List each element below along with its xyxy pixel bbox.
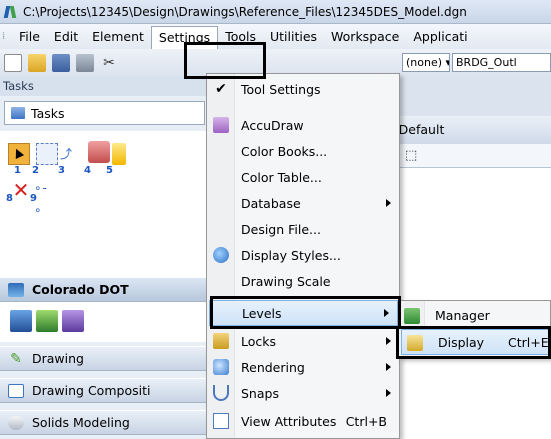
submenu-arrow-icon — [386, 337, 391, 345]
settings-highlight-frame — [184, 42, 266, 79]
menu-item-label: Database — [241, 195, 301, 211]
drawing-label: Drawing — [32, 351, 84, 366]
tasks-icon — [11, 107, 25, 119]
window-area-icon[interactable]: ⬚ — [405, 148, 417, 163]
new-file-icon[interactable] — [4, 53, 22, 72]
task-group-drawing-composition[interactable]: Drawing Compositi — [0, 378, 210, 403]
levels-highlight-frame — [210, 296, 401, 329]
print-icon[interactable] — [76, 53, 94, 72]
rendering-icon — [213, 359, 229, 375]
level-dropdown[interactable]: (none) ▾ — [402, 53, 450, 72]
cdot-tool-w-icon[interactable] — [36, 310, 58, 332]
menu-item-database[interactable]: Database — [207, 190, 399, 216]
solids-modeling-icon — [8, 415, 24, 430]
accudraw-icon — [213, 117, 229, 133]
tasks-combo-value: Tasks — [31, 105, 65, 121]
menu-item-label: Rendering — [241, 359, 305, 375]
menu-applications[interactable]: Applicati — [406, 26, 474, 48]
element-template-dropdown[interactable]: BRDG_Outl — [452, 53, 551, 72]
menu-item-color-books[interactable]: Color Books... — [207, 138, 399, 164]
window-title: C:\Projects\12345\Design\Drawings\Refere… — [23, 4, 467, 19]
tool-number-9: 9 — [30, 193, 37, 204]
task-tool-grid: 1 2 ⤴ 3 4 5 ✕ 8 ∘-∘ 9 — [0, 131, 210, 278]
cut-icon[interactable]: ✂ — [100, 54, 118, 72]
submenu-arrow-icon — [386, 363, 391, 371]
group-tool-icon[interactable] — [112, 143, 126, 165]
drawing-composition-label: Drawing Compositi — [32, 383, 151, 398]
tool-number-5: 5 — [106, 165, 113, 176]
element-selection-tool-icon[interactable] — [8, 143, 30, 165]
change-attributes-tool-icon[interactable] — [88, 141, 110, 163]
tasks-caption: Tasks — [0, 76, 209, 96]
menu-bar: ⁞ File Edit Element Settings Tools Utili… — [0, 24, 551, 50]
submenu-arrow-icon — [386, 199, 391, 207]
menu-item-snaps[interactable]: Snaps — [207, 380, 399, 406]
menu-item-shortcut: Ctrl+B — [345, 413, 387, 429]
drawing-composition-icon — [8, 383, 24, 398]
menu-item-label: Display Styles... — [241, 247, 341, 263]
menu-item-display-styles[interactable]: Display Styles... — [207, 242, 399, 268]
save-icon[interactable] — [52, 53, 70, 72]
menu-item-label: Tool Settings — [241, 81, 321, 97]
level-dropdown-value: (none) — [406, 56, 443, 69]
menu-item-label: View Attributes — [241, 413, 337, 429]
move-tool-icon[interactable]: ⤴ — [60, 143, 82, 165]
menu-element[interactable]: Element — [85, 26, 151, 48]
tool-number-1: 1 — [14, 165, 21, 176]
menu-item-view-attributes[interactable]: View Attributes Ctrl+B — [207, 408, 399, 434]
submenu-arrow-icon — [386, 389, 391, 397]
delete-tool-icon[interactable]: ✕ — [10, 179, 32, 201]
menu-item-locks[interactable]: Locks — [207, 328, 399, 354]
measure-tool-icon[interactable]: ∘-∘ — [34, 177, 56, 217]
menu-item-drawing-scale[interactable]: Drawing Scale — [207, 268, 399, 294]
task-group-drawing[interactable]: ✎ Drawing — [0, 346, 210, 371]
colorado-dot-icon — [8, 282, 24, 297]
microstation-logo-icon — [4, 5, 18, 19]
tasks-panel: Tasks Tasks 1 2 ⤴ 3 4 5 ✕ 8 ∘-∘ 9 Colora… — [0, 76, 210, 439]
menu-item-label: Color Books... — [241, 143, 328, 159]
cdot-tool-q-icon[interactable] — [10, 310, 32, 332]
menu-item-tool-settings[interactable]: ✔ Tool Settings — [207, 76, 399, 102]
drawing-icon: ✎ — [10, 350, 22, 367]
tasks-combo[interactable]: Tasks — [4, 101, 205, 125]
fence-tool-icon[interactable] — [36, 143, 58, 165]
tool-number-3: 3 — [58, 165, 65, 176]
menu-item-label: Snaps — [241, 385, 279, 401]
menu-item-label: Locks — [241, 333, 277, 349]
colorado-dot-label: Colorado DOT — [32, 282, 129, 297]
menu-item-design-file[interactable]: Design File... — [207, 216, 399, 242]
title-bar: C:\Projects\12345\Design\Drawings\Refere… — [0, 0, 551, 24]
tool-number-8: 8 — [6, 193, 13, 204]
solids-modeling-label: Solids Modeling — [32, 415, 130, 430]
level-manager-icon — [404, 308, 420, 324]
display-highlight-frame — [396, 326, 551, 359]
menu-edit[interactable]: Edit — [47, 26, 85, 48]
settings-menu: ✔ Tool Settings AccuDraw Color Books... … — [206, 73, 400, 439]
cdot-tool-e-icon[interactable] — [62, 310, 84, 332]
submenu-item-label: Manager — [435, 308, 490, 323]
menu-item-color-table[interactable]: Color Table... — [207, 164, 399, 190]
menu-item-label: Color Table... — [241, 169, 322, 185]
view-attributes-icon — [213, 413, 229, 429]
element-template-value: BRDG_Outl — [456, 56, 517, 69]
menu-file[interactable]: File — [12, 26, 47, 48]
menu-item-label: AccuDraw — [241, 117, 304, 133]
menubar-grip-icon[interactable]: ⁞ — [2, 27, 12, 47]
task-group-colorado-dot[interactable]: Colorado DOT — [0, 277, 210, 302]
tool-number-4: 4 — [84, 165, 91, 176]
task-group-solids-modeling[interactable]: Solids Modeling — [0, 410, 210, 435]
menu-item-label: Design File... — [241, 221, 321, 237]
menu-item-rendering[interactable]: Rendering — [207, 354, 399, 380]
display-styles-icon — [213, 247, 229, 263]
check-icon: ✔ — [215, 81, 227, 97]
tool-number-2: 2 — [32, 165, 39, 176]
menu-item-label: Drawing Scale — [241, 273, 331, 289]
open-folder-icon[interactable] — [28, 53, 46, 72]
menu-workspace[interactable]: Workspace — [324, 26, 406, 48]
lock-icon — [213, 333, 229, 349]
colorado-dot-tools — [0, 302, 210, 342]
menu-utilities[interactable]: Utilities — [263, 26, 324, 48]
menu-item-accudraw[interactable]: AccuDraw — [207, 112, 399, 138]
snap-magnet-icon — [213, 385, 229, 401]
